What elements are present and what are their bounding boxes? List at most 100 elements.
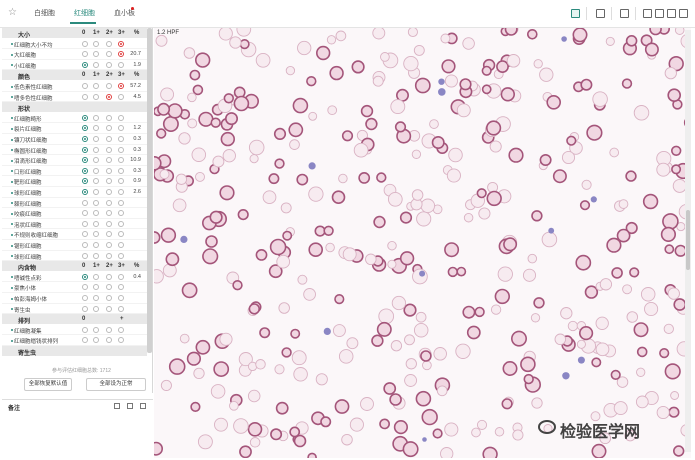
grade-radio-c1[interactable]: [93, 337, 99, 344]
image-scrollbar[interactable]: [685, 30, 691, 452]
grade-radio-c3[interactable]: [118, 220, 124, 227]
grade-radio-c0[interactable]: [82, 273, 88, 280]
grade-radio-c0[interactable]: [82, 83, 88, 89]
grade-radio-c0[interactable]: [82, 337, 88, 344]
grade-radio-c3[interactable]: [118, 51, 124, 58]
grade-radio-c0[interactable]: [82, 242, 88, 248]
grade-radio-c1[interactable]: [93, 220, 99, 227]
grade-radio-c0[interactable]: [82, 93, 88, 100]
grade-radio-c0[interactable]: [82, 40, 88, 47]
grade-radio-c1[interactable]: [93, 167, 99, 174]
grade-radio-c0[interactable]: [82, 157, 88, 164]
grade-radio-c2[interactable]: [106, 93, 112, 100]
grade-radio-c1[interactable]: [93, 83, 99, 89]
morphology-row[interactable]: 红细胞大小不均: [2, 39, 147, 50]
grade-radio-c1[interactable]: [93, 199, 99, 206]
grade-radio-c3[interactable]: [118, 231, 124, 238]
grade-radio-c1[interactable]: [93, 61, 99, 68]
grade-radio-c2[interactable]: [106, 326, 112, 333]
grade-radio-c3[interactable]: [118, 295, 124, 301]
morphology-row[interactable]: 帕彭海姆小体: [2, 293, 147, 304]
grade-radio-c2[interactable]: [106, 220, 112, 227]
copy-icon[interactable]: [127, 403, 133, 409]
grade-radio-c2[interactable]: [106, 83, 112, 89]
grade-radio-c2[interactable]: [106, 125, 112, 132]
morphology-row[interactable]: 咬痕红细胞: [2, 208, 147, 219]
grade-radio-c2[interactable]: [106, 295, 112, 301]
morphology-row[interactable]: 嗜碱性点彩 0.4: [2, 272, 147, 283]
morphology-row[interactable]: 靶形红细胞 0.9: [2, 176, 147, 187]
grade-radio-c2[interactable]: [106, 51, 112, 58]
morphology-row[interactable]: 豪焦小体: [2, 282, 147, 293]
grade-radio-c1[interactable]: [93, 242, 99, 248]
grade-radio-c2[interactable]: [106, 284, 112, 291]
grade-radio-c0[interactable]: [82, 305, 88, 312]
grade-radio-c3[interactable]: [118, 125, 124, 132]
grade-radio-c0[interactable]: [82, 326, 88, 333]
morphology-row[interactable]: 球形红细胞 2.6: [2, 187, 147, 198]
grade-radio-c0[interactable]: [82, 61, 88, 68]
grade-radio-c0[interactable]: [82, 252, 88, 259]
grade-radio-c1[interactable]: [93, 305, 99, 312]
grade-radio-c1[interactable]: [93, 284, 99, 291]
grade-radio-c2[interactable]: [106, 61, 112, 68]
grade-radio-c1[interactable]: [93, 157, 99, 164]
grade-radio-c3[interactable]: [118, 157, 124, 164]
grade-radio-c1[interactable]: [93, 51, 99, 58]
morphology-row[interactable]: 红细胞畸形: [2, 113, 147, 124]
morphology-row[interactable]: 寄生虫: [2, 304, 147, 315]
text-format-icon[interactable]: [114, 403, 120, 409]
grade-radio-c3[interactable]: [118, 242, 124, 248]
grade-radio-c3[interactable]: [118, 199, 124, 206]
grade-radio-c1[interactable]: [93, 114, 99, 121]
grade-radio-c3[interactable]: [118, 83, 124, 89]
morphology-row[interactable]: 红细胞凝集: [2, 325, 147, 336]
grade-radio-c0[interactable]: [82, 114, 88, 121]
morphology-row[interactable]: 泡状红细胞: [2, 219, 147, 230]
grade-radio-c0[interactable]: [82, 199, 88, 206]
grade-radio-c1[interactable]: [93, 273, 99, 280]
grade-radio-c3[interactable]: [118, 167, 124, 174]
grade-radio-c0[interactable]: [82, 231, 88, 238]
grade-radio-c2[interactable]: [106, 199, 112, 206]
grade-radio-c2[interactable]: [106, 146, 112, 153]
grade-radio-c2[interactable]: [106, 157, 112, 164]
grade-radio-c3[interactable]: [118, 210, 124, 217]
morphology-row[interactable]: 棘形红细胞: [2, 198, 147, 209]
tab-rbc[interactable]: 红细胞: [74, 10, 95, 18]
set-all-normal-button[interactable]: 全部设为正常: [86, 378, 146, 391]
grade-radio-c2[interactable]: [106, 40, 112, 47]
grade-radio-c3[interactable]: [118, 146, 124, 153]
grade-radio-c2[interactable]: [106, 305, 112, 312]
grade-radio-c0[interactable]: [82, 284, 88, 291]
grade-radio-c3[interactable]: [118, 136, 124, 142]
settings-icon[interactable]: [655, 9, 664, 18]
expand-icon[interactable]: [140, 403, 146, 409]
grade-radio-c2[interactable]: [106, 178, 112, 185]
morphology-row[interactable]: 椭圆形红细胞 0.3: [2, 145, 147, 156]
grade-radio-c1[interactable]: [93, 93, 99, 100]
grade-radio-c1[interactable]: [93, 210, 99, 217]
grade-radio-c0[interactable]: [82, 51, 88, 58]
grade-radio-c2[interactable]: [106, 189, 112, 195]
morphology-row[interactable]: 锯形红细胞: [2, 240, 147, 251]
grade-radio-c1[interactable]: [93, 252, 99, 259]
image-icon[interactable]: [571, 9, 580, 18]
reset-default-button[interactable]: 全部恢复默认值: [24, 378, 72, 391]
grade-radio-c1[interactable]: [93, 231, 99, 238]
expand-icon[interactable]: [679, 9, 688, 18]
scrollbar-thumb[interactable]: [686, 210, 690, 270]
grade-radio-c2[interactable]: [106, 114, 112, 121]
grade-radio-c1[interactable]: [93, 178, 99, 185]
blood-smear-image[interactable]: 1.2 HPF: [154, 28, 691, 458]
left-scrollbar[interactable]: [147, 28, 152, 353]
grade-radio-c3[interactable]: [118, 93, 124, 100]
grade-radio-c0[interactable]: [82, 146, 88, 153]
grade-radio-c3[interactable]: [118, 305, 124, 312]
grade-radio-c3[interactable]: [118, 40, 124, 47]
star-icon[interactable]: ☆: [8, 8, 17, 18]
tab-wbc[interactable]: 白细胞: [34, 10, 55, 18]
grade-radio-c1[interactable]: [93, 146, 99, 153]
grade-radio-c0[interactable]: [82, 125, 88, 132]
grade-radio-c0[interactable]: [82, 220, 88, 227]
